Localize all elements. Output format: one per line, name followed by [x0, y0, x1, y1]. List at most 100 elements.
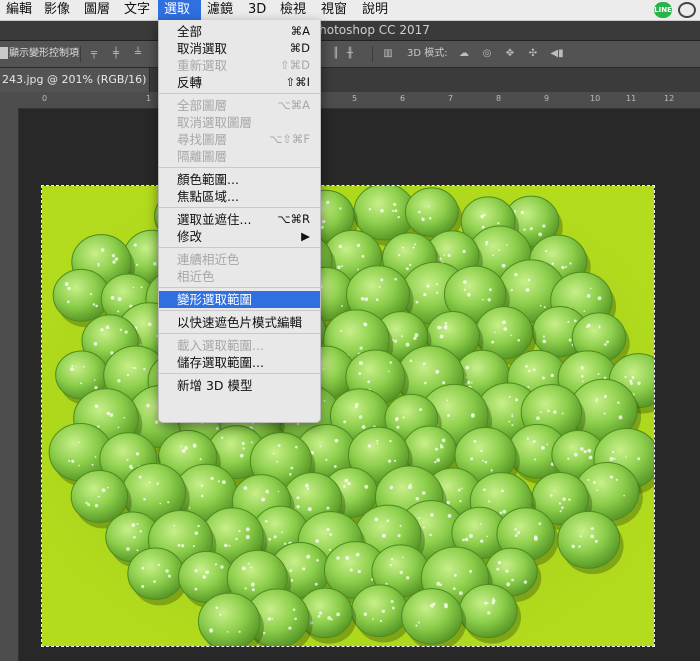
select-menu-item-shortcut: ⌘A [290, 24, 310, 38]
select-menu-item-label: 重新選取 [177, 58, 228, 73]
select-menu-item-label: 儲存選取範圍... [177, 355, 264, 370]
align-bottom-icon[interactable]: ╧ [132, 48, 144, 60]
menu-3d[interactable]: 3D [242, 0, 272, 20]
select-menu-item-label: 以快速遮色片模式編輯 [177, 315, 303, 330]
menu-filter[interactable]: 濾鏡 [201, 0, 239, 20]
select-menu-item-shortcut: ⇧⌘I [285, 75, 310, 89]
ruler-number: 0 [42, 94, 48, 103]
document-tab-bar: 243.jpg @ 201% (RGB/16) * [0, 68, 700, 110]
options-bar: 顯示變形控制項 ╤ ╪ ╧ ║ ╫ ▥ 3D 模式: ☁ ◎ ✥ ✣ ◀▮ [0, 41, 700, 68]
creative-cloud-icon[interactable] [678, 2, 696, 18]
distribute-icon[interactable]: ║ [330, 48, 342, 60]
document-tab[interactable]: 243.jpg @ 201% (RGB/16) * [0, 68, 150, 110]
window-title-bar: Adobe Photoshop CC 2017 [0, 21, 700, 41]
select-menu-item-shortcut: ⇧⌘D [280, 58, 310, 72]
menu-view[interactable]: 檢視 [274, 0, 312, 20]
menu-separator [159, 287, 320, 288]
mode-3d-label: 3D 模式: [407, 48, 448, 59]
distribute-right-icon[interactable]: ╫ [344, 48, 356, 60]
select-menu-item-label: 尋找圖層 [177, 132, 228, 147]
select-menu-item-label: 載入選取範圍... [177, 338, 264, 353]
select-menu-item: 相近色 [159, 268, 320, 285]
auto-align-layers-icon[interactable]: ▥ [382, 48, 394, 60]
ruler-number: 9 [544, 94, 550, 103]
select-menu-item-label: 全部 [177, 24, 203, 39]
align-top-icon[interactable]: ╤ [88, 48, 100, 60]
select-menu-item: 尋找圖層 ⌥⇧⌘F [159, 131, 320, 148]
select-menu-item-label: 取消選取 [177, 41, 228, 56]
menu-type[interactable]: 文字 [118, 0, 156, 20]
select-menu-item-label: 取消選取圖層 [177, 115, 253, 130]
select-menu-item[interactable]: 顏色範圍... [159, 171, 320, 188]
select-menu-item-label: 相近色 [177, 269, 215, 284]
options-separator [80, 46, 81, 62]
select-menu-dropdown: 全部 ⌘A 取消選取 ⌘D 重新選取 ⇧⌘D 反轉 ⇧⌘I 全部圖層 ⌥⌘A 取消選取圖層 尋找圖層 ⌥… [158, 20, 321, 423]
select-menu-item: 隔離圖層 [159, 148, 320, 165]
select-menu-item[interactable]: 反轉 ⇧⌘I [159, 74, 320, 91]
show-transform-controls-label: 顯示變形控制項 [9, 48, 79, 59]
orbit-3d-icon[interactable]: ☁ [456, 48, 472, 60]
menu-separator [159, 310, 320, 311]
ruler-number: 8 [496, 94, 502, 103]
select-menu-item-label: 新增 3D 模型 [177, 378, 253, 393]
select-menu-item-shortcut: ⌥⌘A [277, 98, 310, 112]
select-menu-item[interactable]: 取消選取 ⌘D [159, 40, 320, 57]
menu-help[interactable]: 說明 [356, 0, 394, 20]
select-menu-item-label: 焦點區域... [177, 189, 239, 204]
menu-separator [159, 373, 320, 374]
options-separator [372, 46, 373, 62]
select-menu-item: 全部圖層 ⌥⌘A [159, 97, 320, 114]
menu-image[interactable]: 影像 [38, 0, 76, 20]
line-app-icon[interactable]: LINE [654, 2, 672, 18]
menu-layer[interactable]: 圖層 [78, 0, 116, 20]
select-menu-item: 取消選取圖層 [159, 114, 320, 131]
select-menu-item-label: 全部圖層 [177, 98, 228, 113]
ruler-number: 6 [400, 94, 406, 103]
ruler-number: 5 [352, 94, 358, 103]
scale-3d-icon[interactable]: ◀▮ [549, 48, 565, 60]
menu-edit[interactable]: 編輯 [0, 0, 38, 20]
ruler-number: 12 [664, 94, 675, 103]
submenu-arrow-icon: ▶ [301, 229, 310, 243]
document-canvas[interactable] [41, 185, 655, 647]
roll-3d-icon[interactable]: ◎ [481, 48, 493, 60]
menu-separator [159, 207, 320, 208]
horizontal-ruler[interactable]: 0 1 2 3 4 5 6 7 8 9 10 11 12 [18, 92, 700, 109]
ruler-number: 7 [448, 94, 454, 103]
select-menu-item-shortcut: ⌘D [289, 41, 310, 55]
slide-3d-icon[interactable]: ✣ [527, 48, 539, 60]
select-menu-item[interactable]: 新增 3D 模型 [159, 377, 320, 394]
select-menu-item[interactable]: 選取並遮住... ⌥⌘R [159, 211, 320, 228]
vertical-ruler[interactable] [0, 92, 19, 661]
select-menu-item-label: 顏色範圍... [177, 172, 239, 187]
select-menu-item[interactable]: 全部 ⌘A [159, 23, 320, 40]
menu-separator [159, 247, 320, 248]
select-menu-item-shortcut: ⌥⌘R [277, 212, 310, 226]
select-menu-item-label: 反轉 [177, 75, 203, 90]
select-menu-item[interactable]: 焦點區域... [159, 188, 320, 205]
ruler-number: 11 [626, 94, 637, 103]
show-transform-controls-checkbox[interactable] [0, 47, 8, 59]
select-menu-item-label: 修改 [177, 229, 203, 244]
menu-window[interactable]: 視窗 [315, 0, 353, 20]
select-menu-item[interactable]: 以快速遮色片模式編輯 [159, 314, 320, 331]
menu-separator [159, 167, 320, 168]
select-menu-item[interactable]: 儲存選取範圍... [159, 354, 320, 371]
select-menu-item[interactable]: 變形選取範圍 [159, 291, 320, 308]
select-menu-item: 載入選取範圍... [159, 337, 320, 354]
ruler-number: 10 [590, 94, 601, 103]
menu-bar: 編輯 影像 圖層 文字 選取 濾鏡 3D 檢視 視窗 說明 LINE [0, 0, 700, 21]
menu-select[interactable]: 選取 [158, 0, 201, 20]
select-menu-item-label: 變形選取範圍 [177, 292, 253, 307]
select-menu-item-label: 選取並遮住... [177, 212, 252, 227]
menu-separator [159, 93, 320, 94]
select-menu-item-label: 隔離圖層 [177, 149, 228, 164]
select-menu-item-shortcut: ⌥⇧⌘F [268, 132, 310, 146]
select-menu-item: 連續相近色 [159, 251, 320, 268]
select-menu-item[interactable]: 修改 ▶ [159, 228, 320, 245]
align-vertical-center-icon[interactable]: ╪ [110, 48, 122, 60]
pan-3d-icon[interactable]: ✥ [504, 48, 516, 60]
select-menu-item-label: 連續相近色 [177, 252, 240, 267]
green-plums-photo [42, 186, 654, 646]
ruler-number: 1 [146, 94, 152, 103]
